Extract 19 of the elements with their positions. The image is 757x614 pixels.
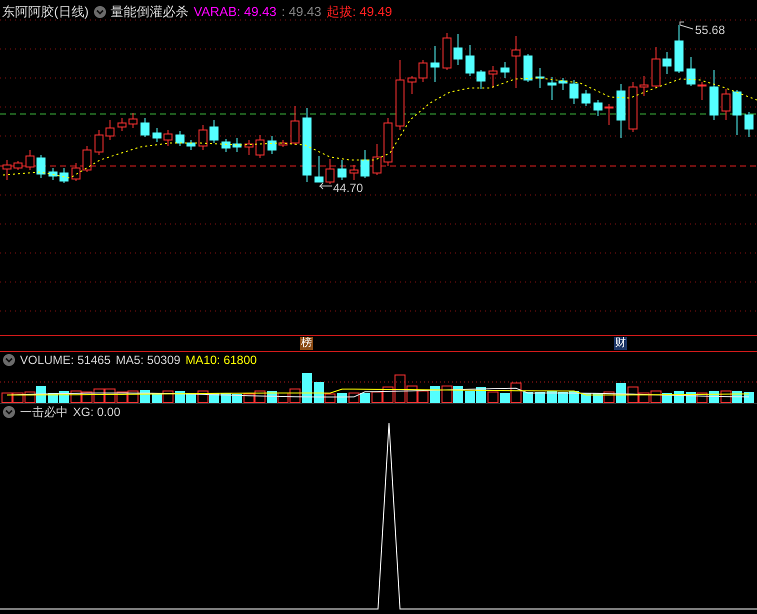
chevron-down-icon[interactable] [3, 406, 15, 418]
event-marker[interactable]: 榜 [300, 337, 313, 350]
chevron-down-icon[interactable] [3, 354, 15, 366]
indicator-value: : 49.43 [282, 4, 322, 20]
indicator-name: 量能倒灌必杀 [110, 4, 189, 20]
event-marker[interactable]: 财 [614, 337, 627, 350]
price-label: 55.68 [695, 22, 726, 39]
indicator-value: VARAB: 49.43 [194, 4, 277, 20]
leader-line [318, 182, 332, 190]
indicator-value: MA5: 50309 [116, 352, 180, 366]
indicator-value: XG: 0.00 [73, 404, 120, 418]
leader-line [680, 22, 694, 30]
chevron-down-icon[interactable] [94, 6, 106, 18]
indicator-value: 起拔: 49.49 [326, 4, 392, 20]
indicator-name: 一击必中 [20, 404, 68, 418]
indicator-value: MA10: 61800 [185, 352, 257, 366]
indicator-value: VOLUME: 51465 [20, 352, 111, 366]
stock-title: 东阿阿胶(日线) [2, 4, 89, 20]
price-label: 44.70 [333, 180, 364, 197]
